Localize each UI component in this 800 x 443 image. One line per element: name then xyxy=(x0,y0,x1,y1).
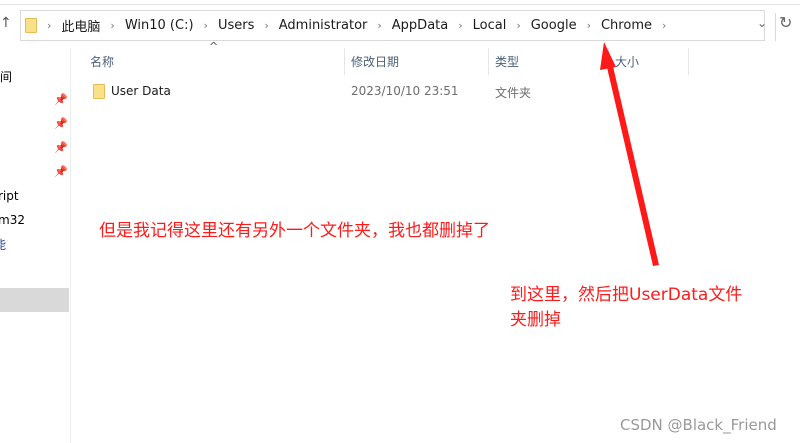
arrow-head xyxy=(600,42,616,70)
arrow-shaft xyxy=(606,62,659,266)
annotation-arrow xyxy=(600,42,659,266)
watermark: CSDN @Black_Friend xyxy=(620,416,777,434)
